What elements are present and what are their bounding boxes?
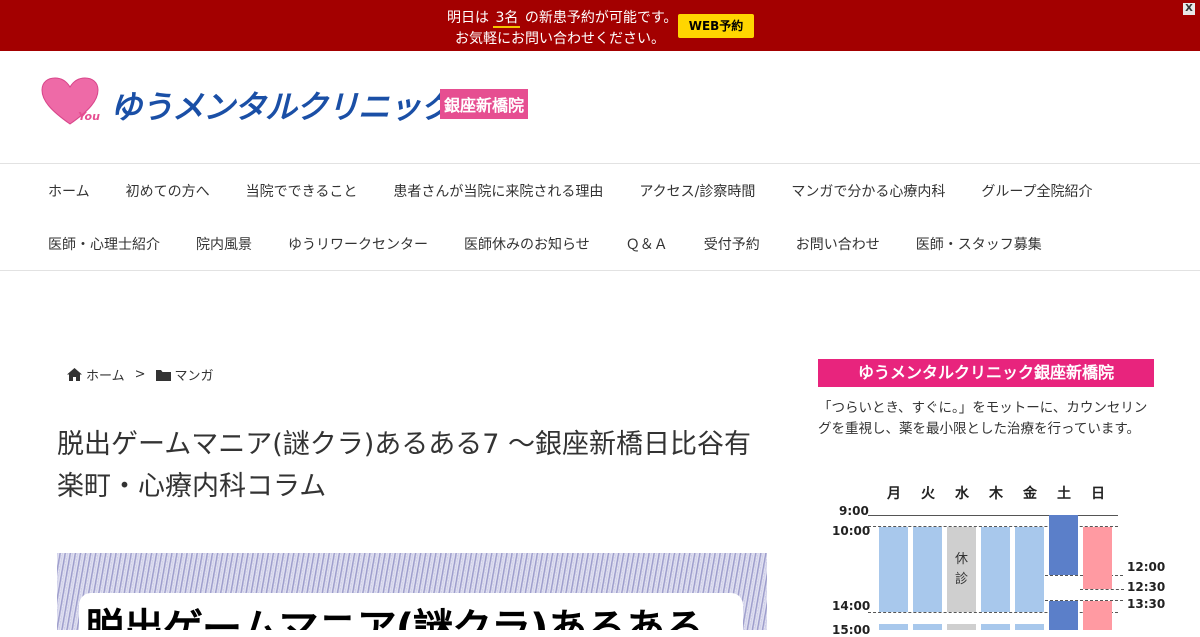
time-1230: 12:30 [1127,580,1166,594]
branch-badge: 銀座新橋院 [440,89,529,119]
nav-home[interactable]: ホーム [30,181,108,201]
bar-thu-am [981,527,1010,612]
nav-faq[interactable]: Ｑ＆Ａ [608,234,686,254]
bar-sat-pm [1049,601,1078,630]
line-1230 [1080,589,1124,590]
folder-icon [155,369,171,381]
bar-tue-pm [913,624,942,630]
time-12: 12:00 [1127,560,1166,574]
banner-line-2: お気軽にお問い合わせください。 [455,31,665,47]
nav-rework-center[interactable]: ゆうリワークセンター [270,234,446,254]
nav-contact[interactable]: お問い合わせ [778,234,898,254]
time-15: 15:00 [832,623,871,637]
bar-sun-pm [1083,601,1112,630]
bar-tue-am [913,527,942,612]
site-logo[interactable]: You ゆうメンタルクリニック 銀座新橋院 [40,76,540,128]
nav-reservation[interactable]: 受付予約 [686,234,778,254]
breadcrumb-home[interactable]: ホーム [86,365,125,384]
time-10: 10:00 [832,524,871,538]
time-1330: 13:30 [1127,597,1166,611]
nav-doctors[interactable]: 医師・心理士紹介 [30,234,178,254]
web-reservation-button[interactable]: WEB予約 [678,14,754,38]
day-sat: 土 [1057,486,1071,502]
closed-label: 休診 [947,550,976,590]
article-title: 脱出ゲームマニア(謎クラ)あるある7 ～銀座新橋日比谷有楽町・心療内科コラム [57,429,752,502]
nav-doctor-holidays[interactable]: 医師休みのお知らせ [446,234,608,254]
nav-services[interactable]: 当院でできること [228,181,376,201]
time-9: 9:00 [839,504,869,518]
nav-group-clinics[interactable]: グループ全院紹介 [963,181,1110,201]
clinic-name: ゆうメンタルクリニック [110,88,452,126]
banner-close-button[interactable]: X [1183,3,1195,15]
nav-recruit[interactable]: 医師・スタッフ募集 [898,234,1060,254]
nav-clinic-interior[interactable]: 院内風景 [178,234,270,254]
day-fri: 金 [1023,486,1037,502]
nav-access-hours[interactable]: アクセス/診察時間 [621,181,773,201]
day-wed: 水 [955,486,969,502]
day-mon: 月 [887,486,901,502]
bar-thu-pm [981,624,1010,630]
logo-you-text: You [78,110,100,123]
announcement-banner: 明日は 3名 の新患予約が可能です。 お気軽にお問い合わせください。 WEB予約… [0,0,1200,51]
nav-reasons[interactable]: 患者さんが当院に来院される理由 [375,181,621,201]
bar-sun-am [1083,527,1112,589]
breadcrumb-category[interactable]: マンガ [175,365,214,384]
day-thu: 木 [989,486,1003,502]
nav-row-1: ホーム 初めての方へ 当院でできること 患者さんが当院に来院される理由 アクセス… [30,164,1111,217]
line-9 [868,515,1118,516]
banner-pre: 明日は [447,10,489,26]
nav-first-time[interactable]: 初めての方へ [108,181,228,201]
line-14 [868,612,1118,613]
time-14: 14:00 [832,599,871,613]
hero-title-text: 脱出ゲームマニア(謎クラ)あるある [85,606,704,630]
breadcrumb: ホーム > マンガ [67,365,214,384]
banner-new-patient-count: 3名 [493,10,521,28]
banner-post: の新患予約が可能です。 [524,10,678,26]
bar-fri-pm [1015,624,1044,630]
bar-mon-am [879,527,908,612]
home-icon [67,368,82,381]
article-hero-image: 脱出ゲームマニア(謎クラ)あるある [57,553,767,630]
sidebar-description: 「つらいとき、すぐに。」をモットーに、カウンセリングを重視し、薬を最小限とした治… [818,400,1148,437]
nav-manga[interactable]: マンガで分かる心療内科 [773,181,963,201]
bar-sat-am [1049,515,1078,575]
banner-line-1: 明日は 3名 の新患予約が可能です。 [447,7,678,28]
nav-row-2: 医師・心理士紹介 院内風景 ゆうリワークセンター 医師休みのお知らせ Ｑ＆Ａ 受… [30,217,1060,270]
day-tue: 火 [921,486,935,502]
bar-mon-pm [879,624,908,630]
bar-wed-pm [947,624,976,630]
bar-fri-am [1015,527,1044,612]
sidebar-heading: ゆうメンタルクリニック銀座新橋院 [818,359,1154,387]
day-sun: 日 [1091,486,1105,502]
breadcrumb-separator: > [134,367,146,382]
main-navigation: ホーム 初めての方へ 当院でできること 患者さんが当院に来院される理由 アクセス… [0,163,1200,271]
closed-label-text: 休診 [954,552,968,587]
